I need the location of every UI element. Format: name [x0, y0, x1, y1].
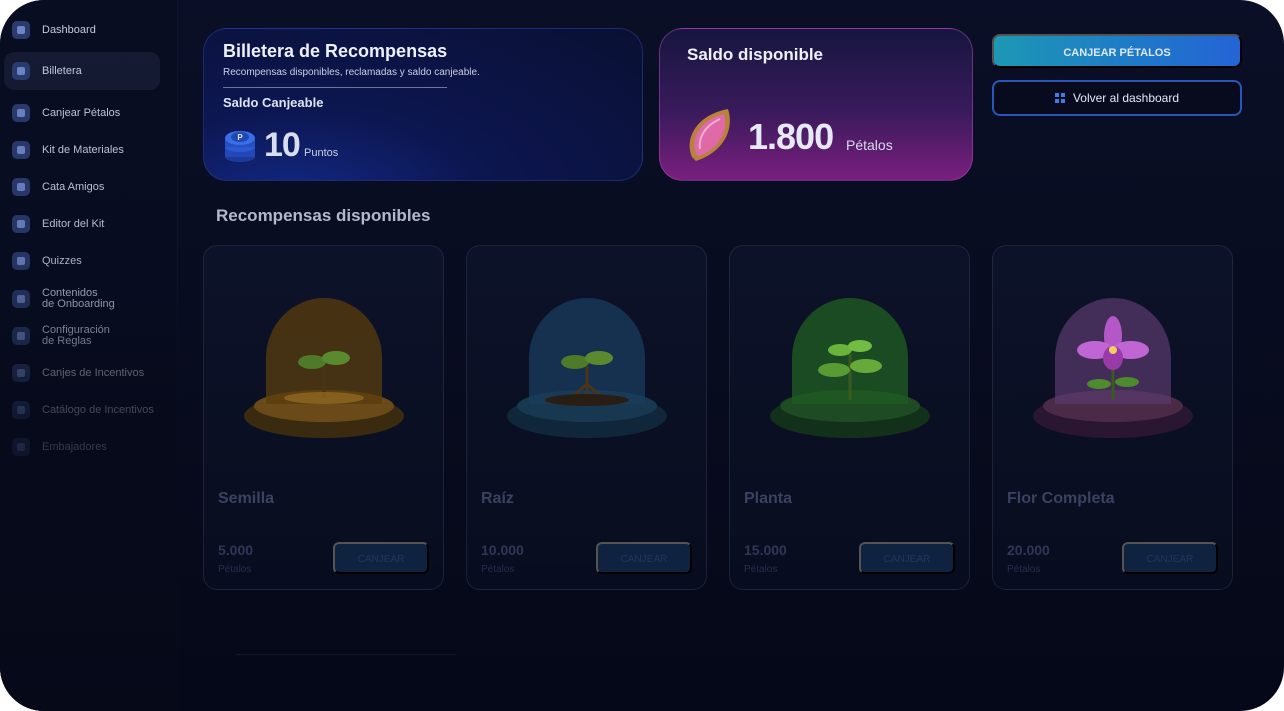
sidebar-item-label: Quizzes	[42, 254, 82, 267]
sidebar: Dashboard Billetera Canjear Pétalos Kit …	[0, 0, 178, 711]
sidebar-item-label: Cata Amigos	[42, 180, 105, 193]
quiz-icon	[12, 252, 30, 270]
sidebar-item-quizzes[interactable]: Quizzes	[4, 242, 160, 280]
reward-price: 10.000	[481, 542, 524, 558]
balance-amount: 1.800	[748, 116, 834, 157]
sidebar-item-kit-materiales[interactable]: Kit de Materiales	[4, 131, 160, 169]
friends-icon	[12, 178, 30, 196]
reward-card-semilla[interactable]: Semilla 5.000 Pétalos CANJEAR	[203, 245, 444, 590]
reward-card-planta[interactable]: Planta 15.000 Pétalos CANJEAR	[729, 245, 970, 590]
seed-dome-image	[244, 298, 404, 438]
reward-unit: Pétalos	[1007, 564, 1041, 575]
wallet-title: Billetera de Recompensas	[223, 41, 448, 61]
petal-icon	[689, 109, 730, 161]
redeem-petals-button[interactable]: CANJEAR PÉTALOS	[992, 34, 1242, 68]
users-icon	[12, 141, 30, 159]
wallet-card: Billetera de Recompensas Recompensas dis…	[203, 28, 643, 181]
reward-price: 15.000	[744, 542, 787, 558]
flower-dome-image	[1033, 298, 1193, 438]
reward-price: 5.000	[218, 542, 254, 558]
divider	[223, 87, 447, 88]
reward-card-raiz[interactable]: Raíz 10.000 Pétalos CANJEAR	[466, 245, 707, 590]
sidebar-item-label: Editor del Kit	[42, 217, 105, 230]
sidebar-item-label: Billetera	[42, 64, 82, 77]
redeem-button[interactable]: CANJEAR	[333, 542, 429, 574]
balance-unit: Pétalos	[846, 137, 893, 153]
catalog-icon	[12, 401, 30, 419]
sidebar-item-label: Canjes de Incentivos	[42, 366, 145, 379]
redeem-button[interactable]: CANJEAR	[1122, 542, 1218, 574]
user-icon	[12, 104, 30, 122]
root-dome-image	[507, 298, 667, 438]
app-window: Dashboard Billetera Canjear Pétalos Kit …	[0, 0, 1284, 711]
sidebar-item-label: Contenidos de Onboarding	[42, 287, 115, 310]
settings-icon	[12, 327, 30, 345]
reward-name: Flor Completa	[1007, 490, 1115, 507]
reward-name: Raíz	[481, 490, 514, 507]
reward-price: 20.000	[1007, 542, 1050, 558]
balance-title: Saldo disponible	[687, 45, 824, 64]
grid-icon	[12, 21, 30, 39]
divider	[236, 654, 456, 655]
balance-card: Saldo disponible 1.800 Pétalos	[659, 28, 973, 181]
redeem-button[interactable]: CANJEAR	[596, 542, 692, 574]
content-icon	[12, 290, 30, 308]
reward-unit: Pétalos	[744, 564, 778, 575]
ambassador-icon	[12, 438, 30, 456]
back-to-dashboard-button[interactable]: Volver al dashboard	[992, 80, 1242, 116]
sidebar-item-label: Kit de Materiales	[42, 143, 124, 156]
sidebar-item-dashboard[interactable]: Dashboard	[4, 11, 160, 49]
sidebar-item-catalogo-incentivos[interactable]: Catálogo de Incentivos	[4, 391, 160, 429]
sidebar-item-contenidos-onboarding[interactable]: Contenidos de Onboarding	[4, 280, 160, 318]
back-to-dashboard-label: Volver al dashboard	[1072, 91, 1180, 105]
wallet-amount: 10	[264, 126, 301, 164]
reward-name: Semilla	[218, 490, 275, 507]
sidebar-item-label: Canjear Pétalos	[42, 106, 121, 119]
wallet-icon	[12, 62, 30, 80]
sidebar-item-canjear-petalos[interactable]: Canjear Pétalos	[4, 94, 160, 132]
sidebar-item-label: Configuración de Reglas	[42, 324, 110, 347]
sidebar-item-editor-kit[interactable]: Editor del Kit	[4, 205, 160, 243]
wallet-unit: Puntos	[304, 147, 339, 159]
sidebar-item-label: Dashboard	[42, 23, 96, 36]
sidebar-item-label: Embajadores	[42, 440, 107, 453]
rewards-section-title: Recompensas disponibles	[216, 206, 431, 225]
reward-unit: Pétalos	[481, 564, 515, 575]
sidebar-item-cata-amigos[interactable]: Cata Amigos	[4, 168, 160, 206]
plant-dome-image	[770, 298, 930, 438]
reward-name: Planta	[744, 490, 793, 507]
edit-icon	[12, 215, 30, 233]
wallet-subtitle: Recompensas disponibles, reclamadas y sa…	[223, 67, 480, 78]
reward-card-flor-completa[interactable]: Flor Completa 20.000 Pétalos CANJEAR	[992, 245, 1233, 590]
reward-unit: Pétalos	[218, 564, 252, 575]
redeem-button[interactable]: CANJEAR	[859, 542, 955, 574]
sidebar-item-configuracion-reglas[interactable]: Configuración de Reglas	[4, 317, 160, 355]
svg-text:P: P	[237, 133, 243, 142]
redeemable-balance-label: Saldo Canjeable	[223, 95, 324, 110]
sidebar-item-embajadores[interactable]: Embajadores	[4, 428, 160, 466]
grid-icon	[1054, 93, 1065, 103]
sidebar-item-label: Catálogo de Incentivos	[42, 403, 154, 416]
exchange-icon	[12, 364, 30, 382]
sidebar-item-canjes-incentivos[interactable]: Canjes de Incentivos	[4, 354, 160, 392]
coin-stack-icon: P	[225, 131, 255, 162]
sidebar-item-billetera[interactable]: Billetera	[4, 52, 160, 90]
